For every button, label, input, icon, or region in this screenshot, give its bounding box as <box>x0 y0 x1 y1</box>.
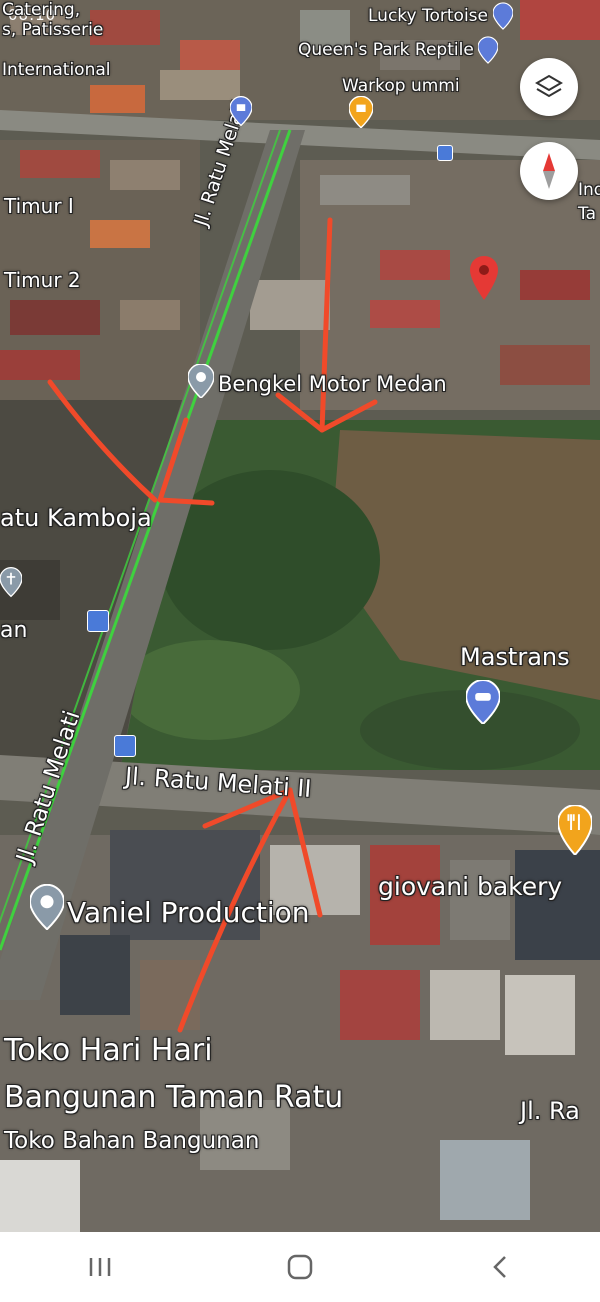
street-label-timur2: Timur 2 <box>4 268 81 292</box>
car-rental-pin-icon[interactable] <box>466 680 500 724</box>
bus-stop-icon[interactable] <box>437 145 453 161</box>
layers-icon <box>535 74 563 98</box>
place-label-bangunan[interactable]: Bangunan Taman Ratu <box>4 1080 343 1115</box>
place-label-international[interactable]: International <box>2 60 111 80</box>
place-label-ind[interactable]: Ind <box>578 180 600 200</box>
place-label-lucky-tortoise[interactable]: Lucky Tortoise <box>368 6 488 26</box>
compass-icon <box>543 153 555 189</box>
recent-apps-button[interactable] <box>70 1242 130 1292</box>
street-label-ratu-kamboja: atu Kamboja <box>0 504 152 532</box>
shop-pin-icon[interactable] <box>230 96 252 126</box>
layers-button[interactable] <box>520 58 578 116</box>
annotation-arrow-left-head <box>157 417 215 506</box>
satellite-map[interactable]: 08:10 Catering, s, Patisserie Internatio… <box>0 0 600 1232</box>
home-button[interactable] <box>270 1242 330 1292</box>
place-label-catering[interactable]: Catering, <box>2 0 80 20</box>
place-label-vaniel[interactable]: Vaniel Production <box>67 896 310 929</box>
place-label-ta[interactable]: Ta <box>578 204 596 224</box>
place-label-toko-bahan[interactable]: Toko Bahan Bangunan <box>4 1128 259 1154</box>
navigation-bar <box>0 1232 600 1302</box>
place-label-giovani[interactable]: giovani bakery <box>378 872 562 901</box>
place-label-bengkel[interactable]: Bengkel Motor Medan <box>218 372 447 396</box>
street-label-timur1: Timur I <box>4 194 74 218</box>
annotation-arrow-top-shaft <box>319 217 333 433</box>
place-label-toko-hari[interactable]: Toko Hari Hari <box>4 1033 213 1068</box>
place-pin-icon[interactable] <box>188 364 214 398</box>
compass-button[interactable] <box>520 142 578 200</box>
location-pin-icon[interactable] <box>470 256 498 300</box>
place-label-warkop[interactable]: Warkop ummi <box>342 76 460 96</box>
back-button[interactable] <box>470 1242 530 1292</box>
shop-pin-icon[interactable] <box>478 36 498 64</box>
place-label-queens-park[interactable]: Queen's Park Reptile <box>298 40 474 60</box>
street-label-an: an <box>0 618 28 643</box>
cafe-pin-icon[interactable] <box>349 96 373 128</box>
place-label-mastrans[interactable]: Mastrans <box>460 643 570 671</box>
place-pin-icon[interactable] <box>30 884 64 930</box>
annotation-arrow-left-shaft <box>47 379 158 503</box>
place-label-patisserie[interactable]: s, Patisserie <box>2 20 103 40</box>
back-icon <box>493 1256 506 1278</box>
bus-stop-icon[interactable] <box>87 610 109 632</box>
bus-stop-icon[interactable] <box>114 735 136 757</box>
home-icon <box>287 1254 313 1280</box>
annotation-arrow-top-head <box>275 392 378 433</box>
recent-apps-icon <box>89 1258 111 1276</box>
restaurant-pin-icon[interactable] <box>558 805 592 855</box>
shop-pin-icon[interactable] <box>493 2 513 30</box>
church-pin-icon[interactable] <box>0 564 22 600</box>
street-label-jl-ra: Jl. Ra <box>520 1097 580 1125</box>
